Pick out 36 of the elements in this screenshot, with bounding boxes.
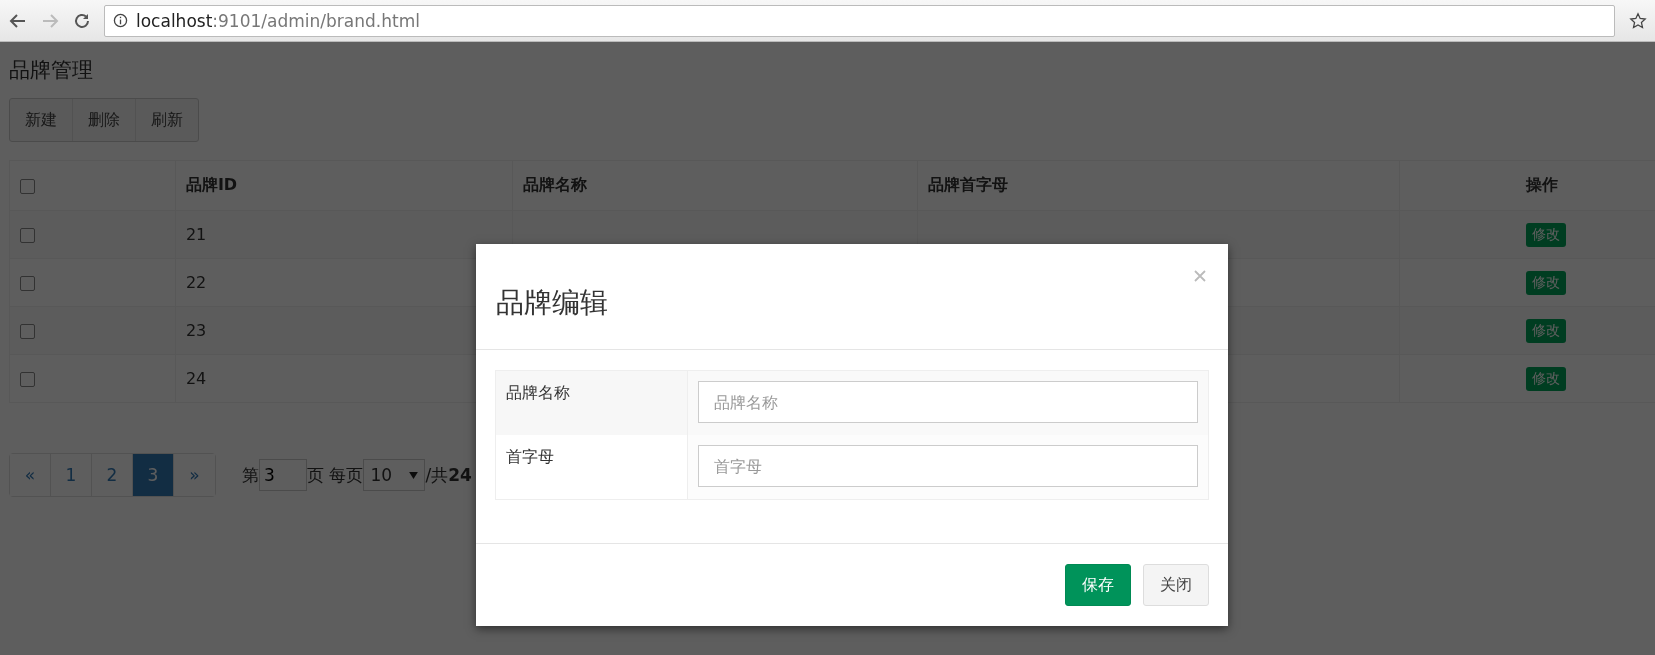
edit-button[interactable]: 修改 [1526,222,1567,247]
edit-button[interactable]: 修改 [1526,366,1567,391]
row-checkbox[interactable] [20,228,35,243]
select-all-checkbox[interactable] [20,179,35,194]
toolbar-button[interactable]: 刷新 [136,99,198,141]
row-checkbox[interactable] [20,276,35,291]
page-input[interactable]: 3 [259,459,307,491]
address-bar[interactable]: localhost:9101/admin/brand.html [104,4,1615,37]
column-header: 品牌ID [175,160,513,211]
star-icon[interactable] [1629,11,1647,30]
page-size-label: 页 每页 [307,463,364,487]
toolbar-button[interactable]: 删除 [73,99,136,141]
page-size-select[interactable]: 10 [363,459,426,491]
close-icon[interactable] [1194,270,1206,282]
caret-icon [409,471,419,479]
info-icon [113,13,128,28]
close-button[interactable]: 关闭 [1143,564,1209,606]
save-button[interactable]: 保存 [1065,564,1131,606]
url-text: localhost:9101/admin/brand.html [136,10,420,31]
page-button[interactable]: « [10,454,51,496]
toolbar-button[interactable]: 新建 [10,99,73,141]
total-label: /共24 [425,463,472,487]
page-button[interactable]: 3 [133,454,174,496]
table-cell: 21 [175,210,513,259]
row-checkbox[interactable] [20,372,35,387]
input-field[interactable]: 首字母 [698,445,1198,487]
field-label: 首字母 [506,447,554,466]
row-checkbox[interactable] [20,324,35,339]
edit-button[interactable]: 修改 [1526,270,1567,295]
edit-button[interactable]: 修改 [1526,318,1567,343]
page-label: 第 [242,463,259,487]
input-field[interactable]: 品牌名称 [698,381,1198,423]
column-header: 品牌首字母 [917,160,1400,211]
column-header: 品牌名称 [512,160,918,211]
column-header: 操作 [1399,160,1655,211]
page-title: 品牌管理 [9,57,94,84]
